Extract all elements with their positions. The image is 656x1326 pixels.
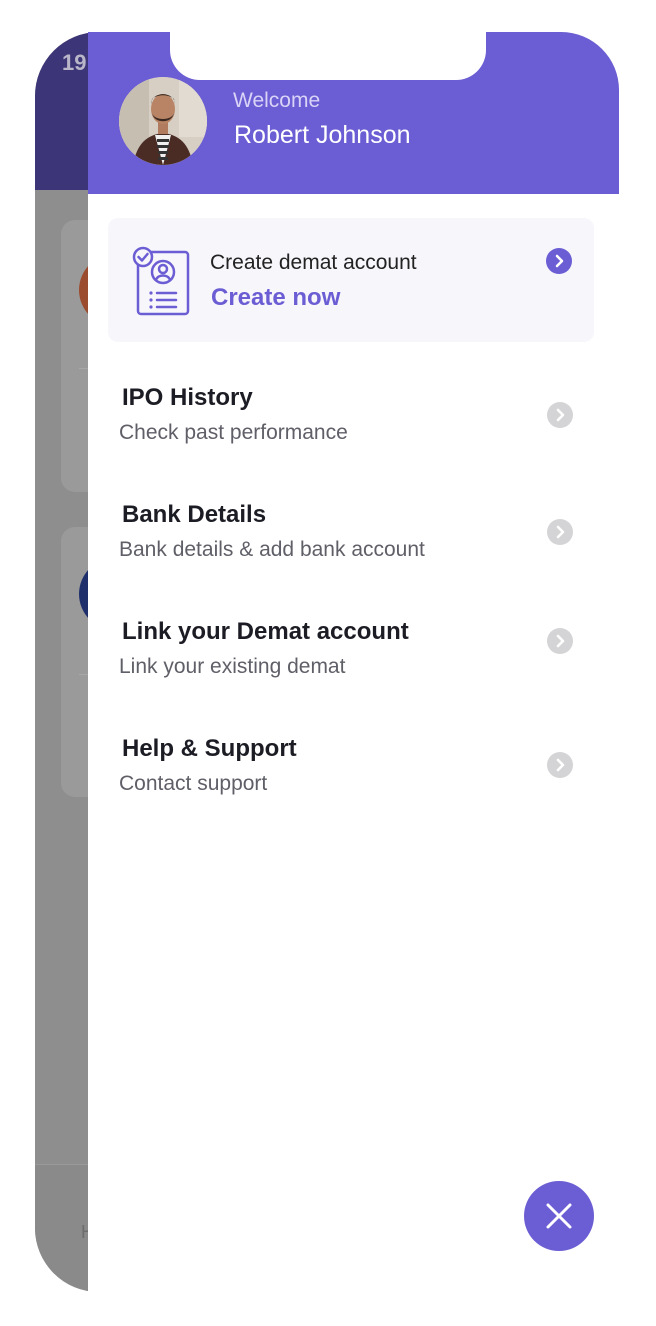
menu-item-title: Link your Demat account xyxy=(122,618,409,645)
welcome-text: Welcome xyxy=(233,89,321,112)
chevron-right-icon[interactable] xyxy=(547,752,573,778)
menu-item-subtitle: Contact support xyxy=(119,772,268,795)
menu-item-help-support[interactable]: Help & Support Contact support xyxy=(88,735,620,835)
close-drawer-button[interactable] xyxy=(524,1181,594,1251)
user-name: Robert Johnson xyxy=(234,121,411,149)
menu-item-subtitle: Bank details & add bank account xyxy=(119,538,425,561)
menu-item-link-demat[interactable]: Link your Demat account Link your existi… xyxy=(88,618,620,718)
menu-item-title: IPO History xyxy=(122,384,253,411)
menu-item-bank-details[interactable]: Bank Details Bank details & add bank acc… xyxy=(88,501,620,601)
chevron-right-icon[interactable] xyxy=(547,628,573,654)
menu-item-ipo-history[interactable]: IPO History Check past performance xyxy=(88,384,620,484)
close-icon xyxy=(546,1203,572,1229)
create-demat-title: Create demat account xyxy=(210,251,417,274)
chevron-right-icon[interactable] xyxy=(547,519,573,545)
side-drawer: Welcome Robert Johnson Create demat acco… xyxy=(88,30,620,1326)
menu-item-subtitle: Check past performance xyxy=(119,421,348,444)
avatar[interactable] xyxy=(119,77,207,165)
menu-item-subtitle: Link your existing demat xyxy=(119,655,346,678)
create-now-link[interactable]: Create now xyxy=(211,284,340,312)
profile-photo-icon xyxy=(119,77,207,165)
menu-item-title: Help & Support xyxy=(122,735,297,762)
menu-item-title: Bank Details xyxy=(122,501,267,528)
drawer-header: Welcome Robert Johnson xyxy=(88,30,619,194)
chevron-right-icon[interactable] xyxy=(546,248,572,274)
chevron-right-icon[interactable] xyxy=(547,402,573,428)
account-document-icon xyxy=(132,246,190,316)
create-demat-card[interactable]: Create demat account Create now xyxy=(108,218,594,342)
device-notch xyxy=(170,30,486,80)
